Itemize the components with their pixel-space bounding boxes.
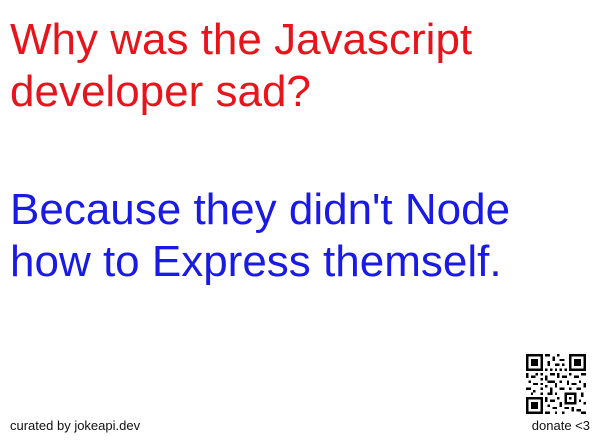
credit-link[interactable]: curated by jokeapi.dev (10, 418, 140, 433)
donate-link[interactable]: donate <3 (532, 418, 590, 433)
joke-setup: Why was the Javascript developer sad? (10, 15, 473, 116)
qr-code-icon[interactable] (526, 354, 586, 414)
joke-punchline: Because they didn't Node how to Express … (10, 185, 511, 286)
